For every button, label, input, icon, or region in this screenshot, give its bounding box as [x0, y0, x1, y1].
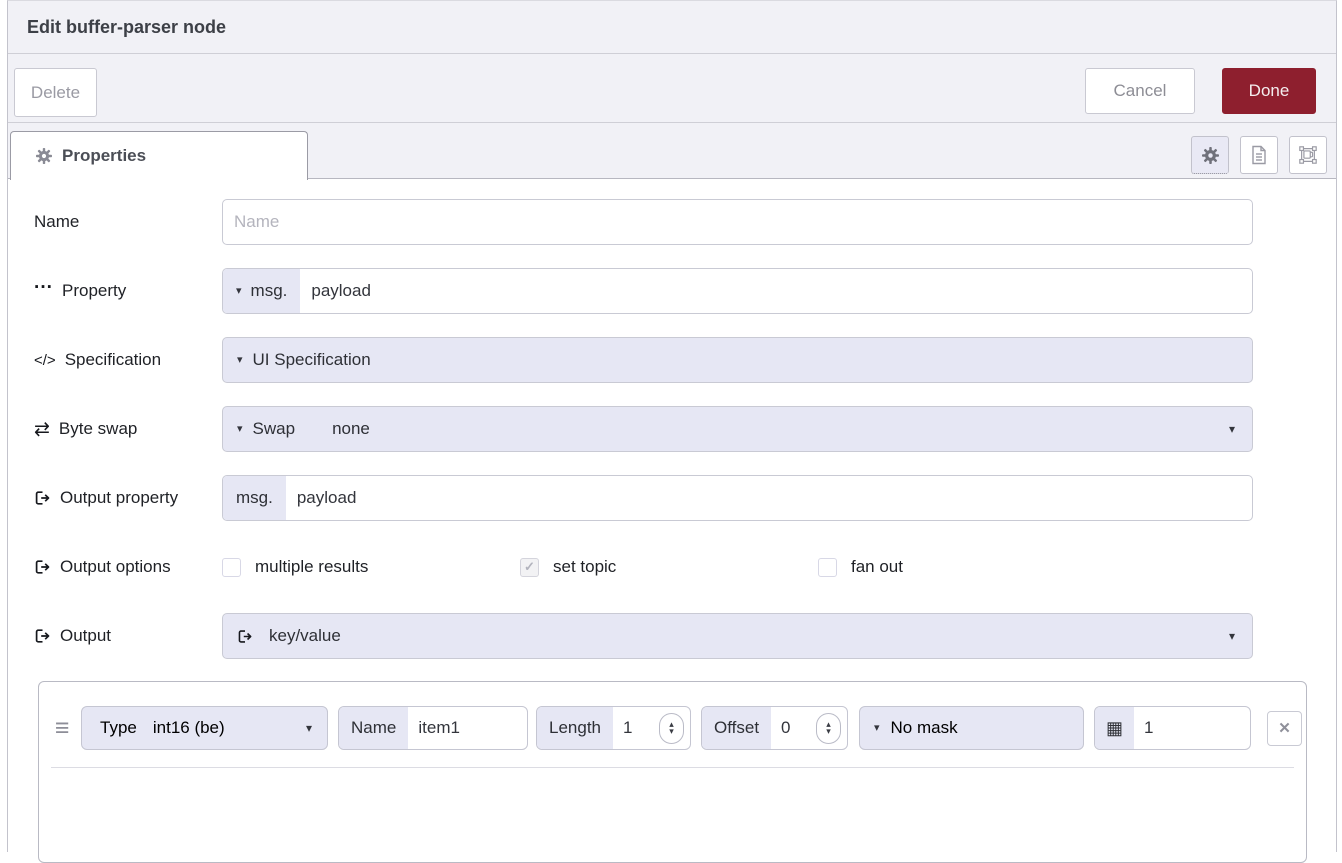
- form-row-output: Output key/value ▾: [8, 613, 1336, 659]
- caret-down-icon: ▾: [237, 355, 243, 366]
- delete-button[interactable]: Delete: [14, 68, 97, 117]
- form-content: Name ··· Property ▾ msg. </>: [8, 179, 1336, 863]
- tab-buttons: [1191, 136, 1327, 174]
- checkbox-set-topic[interactable]: ✓ set topic: [520, 557, 818, 577]
- code-icon: </>: [34, 352, 56, 369]
- property-label: ··· Property: [8, 281, 222, 301]
- dialog-header: Edit buffer-parser node: [8, 1, 1336, 54]
- form-row-output-options: Output options multiple results ✓ set to…: [8, 544, 1336, 590]
- ellipsis-icon: ···: [34, 283, 53, 293]
- appearance-icon: [1298, 145, 1318, 165]
- form-row-byte-swap: ⇄ Byte swap ▾ Swap none ▾: [8, 406, 1336, 452]
- property-field: ▾ msg.: [222, 268, 1253, 314]
- item-name-prefix: Name: [339, 707, 408, 749]
- item-type-select[interactable]: Type int16 (be) ▾: [81, 706, 328, 750]
- output-label: Output: [8, 626, 222, 646]
- name-field: [222, 199, 1253, 245]
- sign-out-icon: [34, 628, 51, 644]
- specification-select[interactable]: ▾ UI Specification: [222, 337, 1253, 383]
- checkbox-box[interactable]: ✓: [520, 558, 539, 577]
- description-tab-button[interactable]: [1240, 136, 1278, 174]
- item-scale-input[interactable]: [1134, 718, 1250, 738]
- output-select[interactable]: key/value ▾: [222, 613, 1253, 659]
- appearance-tab-button[interactable]: [1289, 136, 1327, 174]
- property-input[interactable]: [300, 269, 1252, 313]
- item-offset-input[interactable]: [771, 718, 816, 738]
- property-type-button[interactable]: ▾ msg.: [223, 269, 300, 313]
- checkbox-fan-out[interactable]: fan out: [818, 557, 1116, 577]
- name-input[interactable]: [223, 200, 1252, 244]
- caret-down-icon: ▾: [236, 286, 242, 297]
- checkbox-multiple-results[interactable]: multiple results: [222, 557, 520, 577]
- form-row-specification: </> Specification ▾ UI Specification: [8, 337, 1336, 383]
- caret-down-icon: ▾: [306, 722, 312, 734]
- specification-label: </> Specification: [8, 350, 222, 370]
- remove-item-button[interactable]: ✕: [1267, 711, 1302, 746]
- form-row-property: ··· Property ▾ msg.: [8, 268, 1336, 314]
- item-length-input[interactable]: [613, 718, 659, 738]
- edit-node-dialog: Edit buffer-parser node Delete Cancel Do…: [7, 0, 1337, 852]
- cancel-button[interactable]: Cancel: [1085, 68, 1195, 114]
- caret-down-icon: ▾: [874, 723, 880, 734]
- checkbox-box[interactable]: [818, 558, 837, 577]
- item-offset-prefix: Offset: [702, 707, 771, 749]
- checkbox-box[interactable]: [222, 558, 241, 577]
- tab-properties[interactable]: Properties: [10, 131, 308, 180]
- tab-bar: Properties: [8, 123, 1336, 179]
- length-spinner[interactable]: ▴ ▾: [659, 713, 684, 744]
- item-name-input[interactable]: [408, 718, 527, 738]
- item-length-prefix: Length: [537, 707, 613, 749]
- item-scale-field: ▦: [1094, 706, 1251, 750]
- sign-out-icon: [34, 559, 51, 575]
- output-property-label: Output property: [8, 488, 222, 508]
- caret-down-icon: ▾: [1229, 423, 1235, 435]
- item-separator: [51, 767, 1294, 768]
- drag-handle-icon[interactable]: ≡: [51, 714, 73, 743]
- gear-icon: [36, 148, 52, 164]
- tab-properties-label: Properties: [62, 146, 146, 166]
- items-container: ≡ Type int16 (be) ▾ Name Length ▴ ▾: [38, 681, 1307, 863]
- check-icon: ✓: [524, 559, 535, 575]
- spinner-down-icon[interactable]: ▾: [826, 728, 831, 735]
- properties-tab-button[interactable]: [1191, 136, 1229, 174]
- item-length-field: Length ▴ ▾: [536, 706, 691, 750]
- item-mask-select[interactable]: ▾ No mask: [859, 706, 1084, 750]
- swap-arrows-icon: ⇄: [34, 418, 50, 441]
- document-icon: [1250, 145, 1268, 165]
- byte-swap-select[interactable]: ▾ Swap none ▾: [222, 406, 1253, 452]
- form-row-output-property: Output property msg.: [8, 475, 1336, 521]
- name-label: Name: [8, 212, 222, 232]
- caret-down-icon: ▾: [237, 424, 243, 435]
- item-row: ≡ Type int16 (be) ▾ Name Length ▴ ▾: [39, 706, 1306, 750]
- output-options-label: Output options: [8, 557, 222, 577]
- item-name-field: Name: [338, 706, 528, 750]
- msg-prefix: msg.: [223, 476, 286, 520]
- offset-spinner[interactable]: ▴ ▾: [816, 713, 841, 744]
- button-bar: Delete Cancel Done: [8, 54, 1336, 123]
- dialog-title: Edit buffer-parser node: [27, 17, 226, 38]
- caret-down-icon: ▾: [1229, 630, 1235, 642]
- output-property-field: msg.: [222, 475, 1253, 521]
- calculator-icon: ▦: [1095, 707, 1134, 749]
- sign-out-icon: [34, 490, 51, 506]
- form-row-name: Name: [8, 199, 1336, 245]
- spinner-down-icon[interactable]: ▾: [669, 728, 674, 735]
- byte-swap-label: ⇄ Byte swap: [8, 418, 222, 441]
- item-offset-field: Offset ▴ ▾: [701, 706, 848, 750]
- gear-icon: [1202, 147, 1219, 164]
- done-button[interactable]: Done: [1222, 68, 1316, 114]
- output-property-input[interactable]: [286, 476, 1252, 520]
- sign-out-icon: [237, 629, 253, 644]
